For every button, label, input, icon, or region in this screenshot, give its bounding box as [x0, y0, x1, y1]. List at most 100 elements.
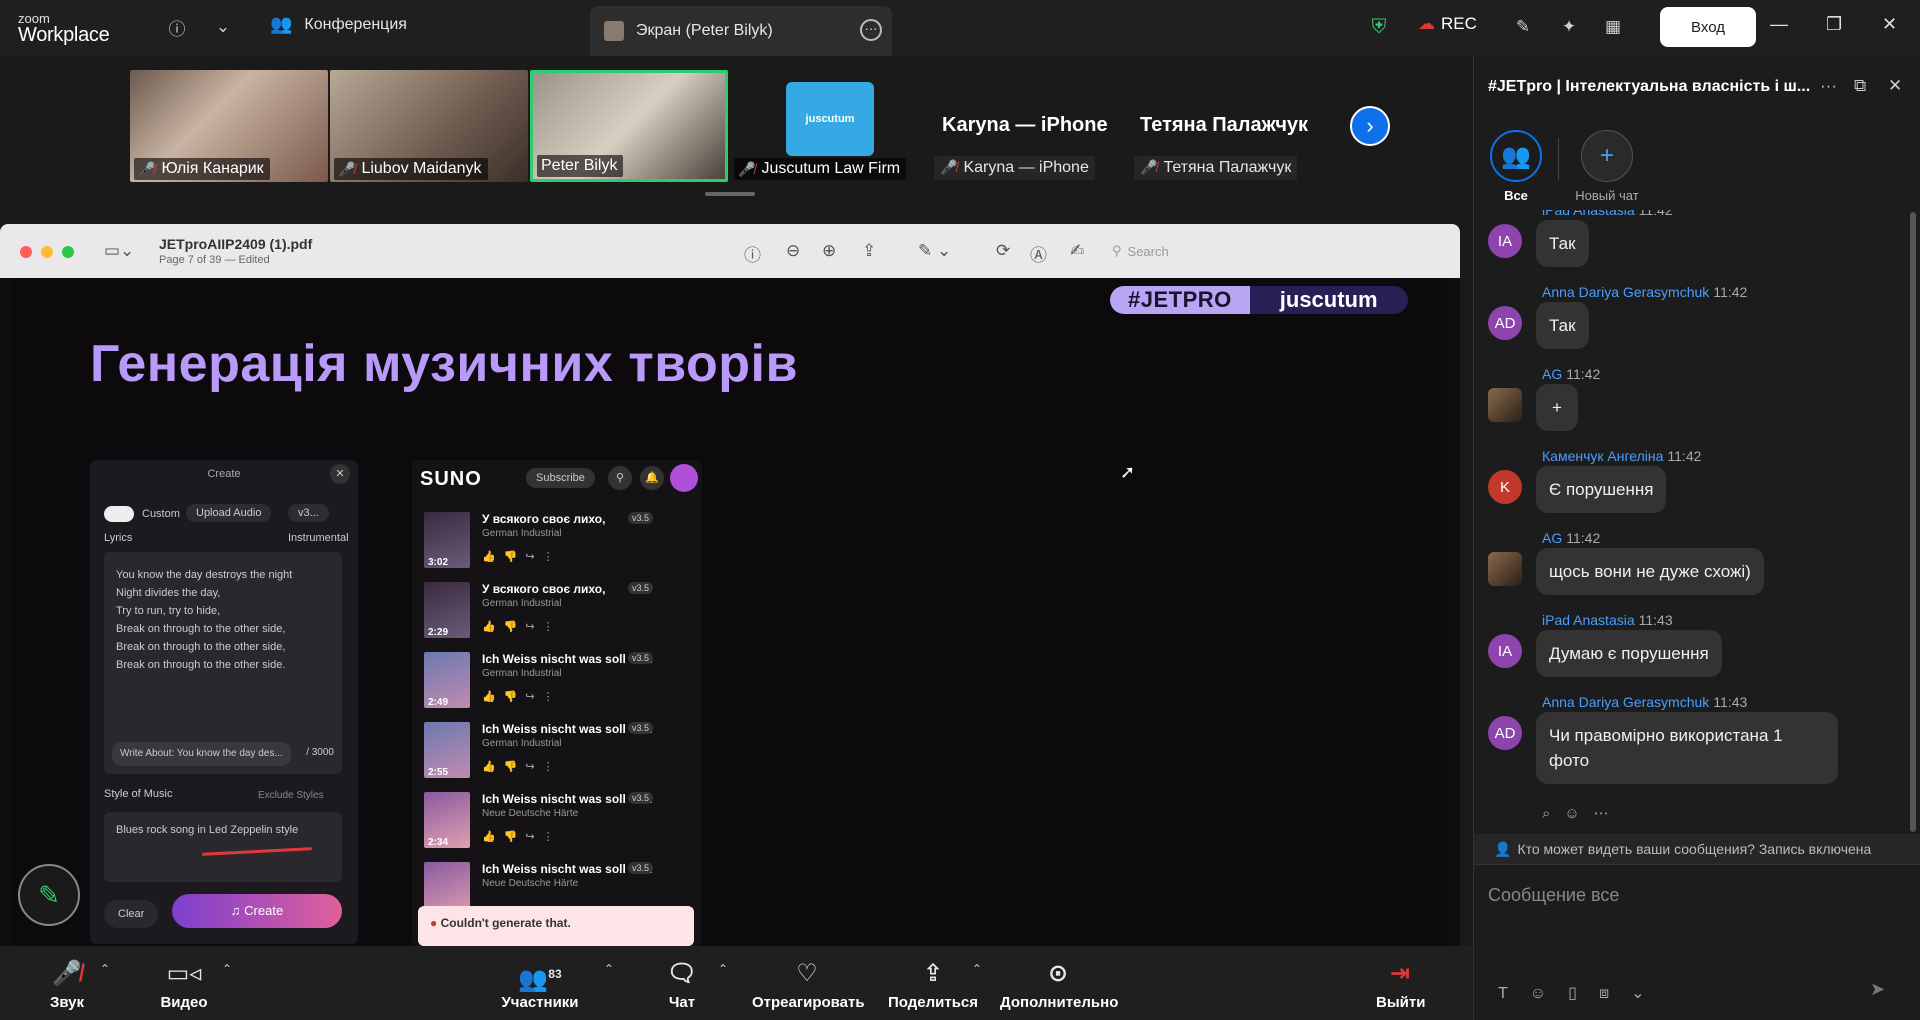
message-sender: AG 11:42	[1542, 366, 1600, 382]
send-icon[interactable]: ➤	[1870, 979, 1885, 1000]
audio-button[interactable]: 🎤̸ Звук	[42, 960, 92, 1011]
message-bubble[interactable]: щось вони не дуже схожі)	[1536, 548, 1764, 595]
close-icon[interactable]: ✕	[1888, 76, 1902, 96]
lyric-line: Break on through to the other side.	[116, 659, 286, 671]
filter-all[interactable]: 👥 Все	[1486, 130, 1546, 203]
restore-icon[interactable]: ❐	[1826, 14, 1842, 35]
apps-grid-icon[interactable]: ▦	[1600, 14, 1626, 40]
emoji-icon[interactable]: ☺	[1530, 985, 1568, 1002]
screenshot-icon[interactable]: ⧈	[1599, 985, 1631, 1002]
error-icon: ●	[430, 916, 441, 930]
tab-conference[interactable]: 👥 Конференция	[270, 14, 407, 35]
song-genre: German Industrial	[482, 668, 562, 679]
chat-scrollbar[interactable]	[1910, 212, 1916, 832]
sender-name: Anna Dariya Gerasymchuk	[1542, 284, 1710, 300]
participant-name-tag: 🎤̸ Juscutum Law Firm	[734, 158, 907, 180]
lyric-line: Try to run, try to hide,	[116, 605, 221, 617]
audio-label: Звук	[49, 994, 85, 1011]
chat-button[interactable]: 🗨 Чат	[660, 960, 704, 1011]
video-tile[interactable]: 🎤̸ Юлія Канарик	[130, 70, 328, 182]
chevron-up-icon[interactable]: ⌃	[972, 962, 982, 976]
message-bubble[interactable]: +	[1536, 384, 1578, 431]
song-duration: 2:29	[428, 627, 449, 638]
leave-door-icon: ⇥	[1389, 960, 1411, 987]
message-actions[interactable]: ⌕☺⋯	[1542, 804, 1623, 822]
annotate-icon[interactable]: Ⓐ	[1030, 241, 1047, 266]
participant-name: Karyna — iPhone	[963, 159, 1089, 176]
slide-badge: #JETPRO juscutum	[1110, 286, 1408, 314]
pdf-file-name: JETproAIIP2409 (1).pdf	[159, 236, 313, 252]
next-page-button[interactable]: ›	[1350, 106, 1390, 146]
minimize-icon[interactable]: —	[1770, 14, 1788, 35]
video-tile[interactable]: 🎤̸ Liubov Maidanyk	[330, 70, 528, 182]
markup-pen-icon[interactable]: ✎ ⌄	[918, 241, 951, 261]
participant-name: Peter Bilyk	[541, 157, 618, 174]
music-icon: ♫	[230, 903, 245, 918]
file-icon[interactable]: ▯	[1568, 985, 1599, 1002]
more-icon[interactable]: ···	[860, 19, 882, 41]
annotate-pen-button[interactable]: ✎	[18, 864, 80, 926]
participants-button[interactable]: 👥83 Участники	[500, 960, 580, 1011]
message-bubble[interactable]: Так	[1536, 220, 1589, 267]
message-input[interactable]	[1488, 881, 1908, 909]
login-button[interactable]: Вход	[1660, 7, 1756, 47]
mac-close-dot[interactable]	[20, 246, 32, 258]
rotate-icon[interactable]: ⟳	[996, 241, 1010, 261]
emoji-react-icon[interactable]: ☺	[1564, 805, 1593, 822]
pop-out-icon[interactable]: ⧉	[1854, 76, 1866, 96]
zoom-in-icon[interactable]: ⊕	[822, 241, 836, 261]
chevron-up-icon[interactable]: ⌃	[604, 962, 614, 976]
participant-name: Тетяна Палажчук	[1163, 159, 1292, 176]
meeting-controls: 🎤̸ Звук ⌃ ▭◃ Видео ⌃ 👥83 Участники ⌃ 🗨 Ч…	[0, 946, 1473, 1020]
resize-handle[interactable]	[705, 192, 755, 196]
badge-juscutum: juscutum	[1249, 286, 1408, 314]
message-bubble[interactable]: Думаю є порушення	[1536, 630, 1722, 677]
share-screen-button[interactable]: ⇪ Поделиться	[884, 960, 982, 1011]
message-bubble[interactable]: Є порушення	[1536, 466, 1667, 513]
reply-icon[interactable]: ⌕	[1542, 805, 1564, 822]
record-button[interactable]: ☁ REC	[1418, 14, 1477, 34]
more-icon[interactable]: ···	[1820, 76, 1837, 96]
lyric-line: You know the day destroys the night	[116, 569, 293, 581]
song-row: 2:34 Ich Weiss nischt was soll es... Neu…	[424, 792, 694, 856]
avatar: AD	[1488, 716, 1522, 750]
more-button[interactable]: ⊙ Дополнительно	[1000, 960, 1118, 1011]
chat-visibility-notice[interactable]: 👤 Кто может видеть ваши сообщения? Запис…	[1474, 834, 1920, 864]
filter-new-chat[interactable]: + Новый чат	[1562, 130, 1652, 203]
close-icon[interactable]: ✕	[1882, 14, 1897, 35]
pdf-search[interactable]: ⚲ Search	[1112, 238, 1448, 264]
zoom-out-icon[interactable]: ⊖	[786, 241, 800, 261]
song-actions: 👍👎↪⋮	[482, 831, 562, 843]
info-icon[interactable]: ⓘ	[164, 14, 190, 40]
video-tile-active[interactable]: Peter Bilyk	[530, 70, 728, 182]
mac-minimize-dot[interactable]	[41, 246, 53, 258]
pdf-toolbar: ▭⌄ JETproAIIP2409 (1).pdf Page 7 of 39 —…	[0, 224, 1460, 278]
react-button[interactable]: ♡ Отреагировать	[752, 960, 865, 1011]
share-icon[interactable]: ⇪	[862, 241, 876, 261]
text-format-icon[interactable]: T	[1498, 985, 1530, 1002]
chat-title: #JETpro | Інтелектуальна власність і ш..…	[1488, 78, 1811, 95]
sign-icon[interactable]: ✍	[1070, 241, 1084, 261]
magic-wand-icon[interactable]: ✎	[1510, 14, 1536, 40]
leave-button[interactable]: ⇥ Выйти	[1376, 960, 1425, 1011]
tab-screen-share[interactable]: Экран (Peter Bilyk) ···	[590, 6, 892, 56]
mac-zoom-dot[interactable]	[62, 246, 74, 258]
chevron-up-icon[interactable]: ⌃	[100, 962, 110, 976]
video-tile[interactable]: juscutum 🎤̸ Juscutum Law Firm	[730, 70, 928, 182]
message-bubble[interactable]: Чи правомірно використана 1 фото	[1536, 712, 1838, 784]
scroll-thumb[interactable]	[1910, 212, 1916, 832]
message-sender: Anna Dariya Gerasymchuk 11:43	[1542, 694, 1747, 710]
video-button[interactable]: ▭◃ Видео	[156, 960, 212, 1011]
sidebar-icon[interactable]: ▭⌄	[104, 241, 134, 261]
ai-sparkle-icon[interactable]: ✦	[1556, 14, 1582, 40]
more-icon[interactable]: ⋯	[1594, 805, 1623, 822]
info-icon[interactable]: ⓘ	[744, 241, 761, 266]
chevron-up-icon[interactable]: ⌃	[718, 962, 728, 976]
shield-icon[interactable]: ⛨	[1366, 14, 1392, 40]
mouse-cursor-icon: ➚	[1120, 462, 1136, 482]
cloud-record-icon: ☁	[1418, 14, 1435, 33]
chevron-down-icon[interactable]: ⌄	[1631, 985, 1666, 1002]
message-bubble[interactable]: Так	[1536, 302, 1589, 349]
chevron-down-icon[interactable]: ⌄	[210, 14, 236, 40]
chevron-up-icon[interactable]: ⌃	[222, 962, 232, 976]
